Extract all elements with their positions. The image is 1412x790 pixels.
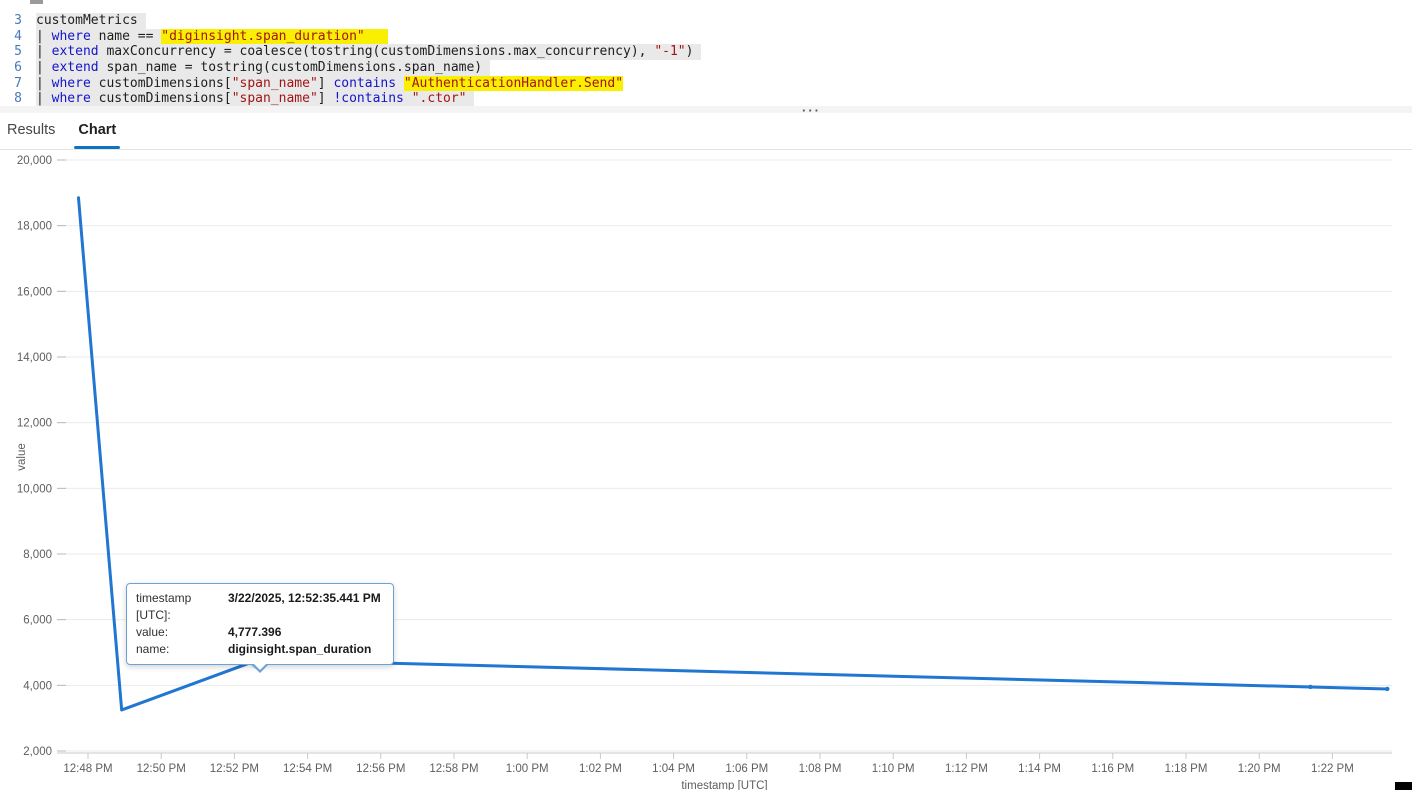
x-tick-label: 12:54 PM xyxy=(283,763,332,775)
y-axis-title: value xyxy=(16,443,28,471)
results-chart: value 2,000 4,000 6,000 8,000 10,000 12,000 14… xyxy=(0,150,1412,790)
clipped-query-line-fragment xyxy=(30,0,43,4)
y-tick-label: 8,000 xyxy=(23,549,52,561)
query-line[interactable]: 3 customMetrics xyxy=(0,13,701,29)
line-number: 7 xyxy=(14,75,22,91)
tab-results-label: Results xyxy=(7,121,56,138)
y-tick-label: 20,000 xyxy=(17,155,52,167)
query-line-text: | where customDimensions["span_name"] co… xyxy=(36,75,624,92)
query-line-text: | extend span_name = tostring(customDime… xyxy=(36,60,490,76)
query-line[interactable]: 4 | where name == "diginsight.span_durati… xyxy=(0,28,701,45)
y-tick-label: 6,000 xyxy=(23,615,52,627)
y-tick-label: 14,000 xyxy=(17,352,52,364)
x-tick-label: 1:02 PM xyxy=(579,763,622,775)
query-line[interactable]: 5 | extend maxConcurrency = coalesce(tost… xyxy=(0,44,702,61)
tooltip-row: name: diginsight.span_duration xyxy=(136,641,383,658)
line-number: 8 xyxy=(14,91,22,107)
query-line-text: | extend maxConcurrency = coalesce(tostr… xyxy=(36,44,702,61)
tab-chart[interactable]: Chart xyxy=(74,113,121,150)
results-tab-bar: Results Chart xyxy=(0,113,1412,150)
data-point[interactable] xyxy=(1308,684,1313,690)
x-tick-label: 1:10 PM xyxy=(872,763,915,775)
tooltip-row: timestamp [UTC]: 3/22/2025, 12:52:35.441… xyxy=(136,590,383,624)
x-tick-label: 1:12 PM xyxy=(945,763,988,775)
x-tick-label: 1:16 PM xyxy=(1091,763,1134,775)
x-axis-title: timestamp [UTC] xyxy=(681,780,768,790)
x-tick-label: 1:04 PM xyxy=(652,763,695,775)
data-point[interactable] xyxy=(1385,686,1390,692)
x-tick-label: 1:08 PM xyxy=(799,763,842,775)
y-tick-label: 4,000 xyxy=(23,680,52,692)
tooltip-value: 3/22/2025, 12:52:35.441 PM xyxy=(228,591,381,605)
x-tick-label: 1:00 PM xyxy=(506,763,549,775)
x-tick-label: 12:56 PM xyxy=(356,763,405,775)
tab-results[interactable]: Results xyxy=(5,113,57,150)
y-tick-label: 2,000 xyxy=(23,746,52,758)
y-tick-label: 10,000 xyxy=(17,483,52,495)
x-tick-label: 1:20 PM xyxy=(1238,763,1281,775)
x-tick-label: 1:14 PM xyxy=(1018,763,1061,775)
x-tick-label: 1:22 PM xyxy=(1311,763,1354,775)
query-code[interactable]: 3 customMetrics 4 | where name == "diginsi… xyxy=(0,13,702,108)
line-number: 3 xyxy=(14,13,22,28)
y-tick-label: 12,000 xyxy=(17,418,52,430)
query-line[interactable]: 8 | where customDimensions["span_name"] !… xyxy=(0,91,701,108)
tooltip-row: value: 4,777.396 xyxy=(136,624,383,641)
query-line[interactable]: 7 | where customDimensions["span_name"] c… xyxy=(0,75,701,92)
datapoint-tooltip: timestamp [UTC]: 3/22/2025, 12:52:35.441… xyxy=(126,583,394,673)
query-editor[interactable]: 3 customMetrics 4 | where name == "diginsi… xyxy=(0,0,1412,108)
tooltip-value: 4,777.396 xyxy=(228,625,282,639)
query-line-text: | where customDimensions["span_name"] !c… xyxy=(36,91,475,108)
screen-artifact xyxy=(1395,782,1412,790)
query-line-text: | where name == "diginsight.span_duratio… xyxy=(36,28,389,45)
x-tick-label: 12:48 PM xyxy=(63,763,112,775)
line-number: 4 xyxy=(14,28,22,44)
line-number: 6 xyxy=(14,60,22,76)
chart-canvas: 2,000 4,000 6,000 8,000 10,000 12,000 14,000 16… xyxy=(17,155,1392,775)
line-number: 5 xyxy=(14,44,22,60)
tooltip-label: name: xyxy=(136,642,170,656)
x-tick-label: 12:58 PM xyxy=(429,763,478,775)
tooltip-label: timestamp [UTC]: xyxy=(136,591,192,622)
query-line-text: customMetrics xyxy=(36,13,146,29)
tooltip-label: value: xyxy=(136,625,169,639)
y-tick-label: 16,000 xyxy=(17,286,52,298)
tab-chart-label: Chart xyxy=(78,121,117,138)
x-tick-label: 12:50 PM xyxy=(137,763,186,775)
x-tick-label: 1:06 PM xyxy=(725,763,768,775)
x-tick-label: 12:52 PM xyxy=(210,763,259,775)
editor-results-splitter[interactable]: ··· xyxy=(0,103,1412,118)
tooltip-value: diginsight.span_duration xyxy=(228,642,372,656)
query-line[interactable]: 6 | extend span_name = tostring(customDim… xyxy=(0,60,701,76)
x-tick-label: 1:18 PM xyxy=(1165,763,1208,775)
y-tick-label: 18,000 xyxy=(17,221,52,233)
active-tab-underline xyxy=(74,145,121,149)
